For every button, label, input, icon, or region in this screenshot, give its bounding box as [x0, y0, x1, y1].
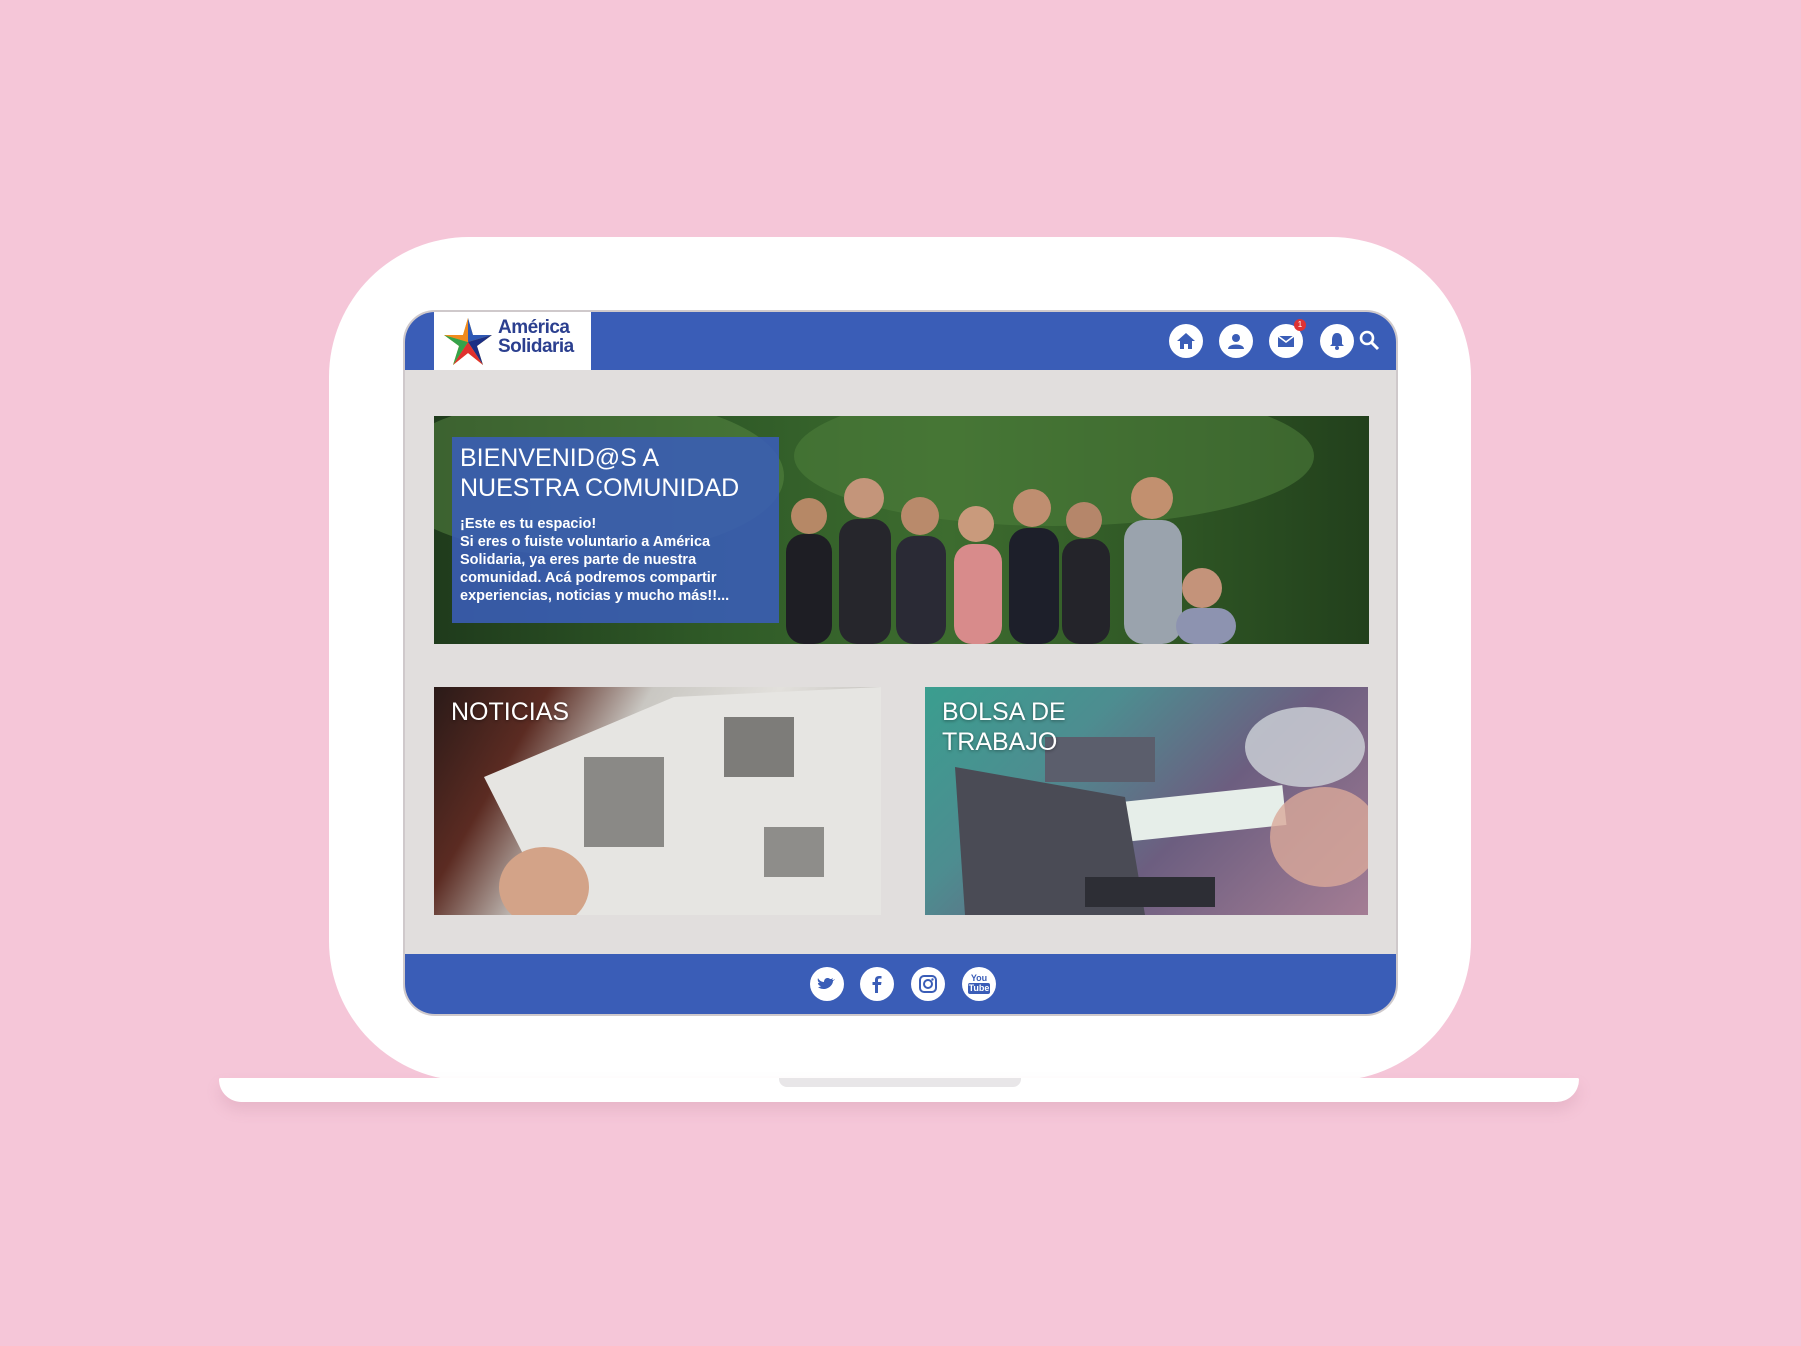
logo-text: América Solidaria [498, 318, 574, 356]
star-logo-icon [444, 318, 492, 365]
facebook-icon [872, 976, 882, 993]
facebook-button[interactable] [860, 967, 894, 1001]
home-icon [1177, 333, 1195, 349]
logo[interactable]: América Solidaria [434, 312, 591, 370]
youtube-label-bottom: Tube [967, 983, 991, 994]
twitter-icon [817, 978, 835, 989]
profile-button[interactable] [1219, 324, 1253, 358]
welcome-overlay: BIENVENID@S A NUESTRA COMUNIDAD ¡Este es… [452, 437, 779, 623]
news-title: NOTICIAS [451, 698, 570, 726]
twitter-button[interactable] [810, 967, 844, 1001]
jobs-card[interactable]: BOLSA DE TRABAJO [925, 687, 1368, 915]
instagram-button[interactable] [911, 967, 945, 1001]
top-navigation-bar: América Solidaria 1 [405, 312, 1396, 370]
news-card[interactable]: NOTICIAS [434, 687, 881, 915]
bell-icon [1330, 333, 1344, 350]
home-button[interactable] [1169, 324, 1203, 358]
profile-icon [1228, 334, 1244, 349]
logo-line-2: Solidaria [498, 336, 574, 357]
instagram-icon [919, 975, 937, 993]
logo-line-1: América [498, 317, 570, 338]
mail-icon [1277, 335, 1295, 347]
notifications-button[interactable] [1320, 324, 1354, 358]
app-screen: América Solidaria 1 BIENVENID@S A NUESTR… [403, 310, 1398, 1016]
mail-notification-badge: 1 [1294, 319, 1306, 331]
welcome-title: BIENVENID@S A NUESTRA COMUNIDAD [460, 444, 740, 502]
laptop-notch [779, 1078, 1021, 1087]
search-icon[interactable] [1357, 328, 1381, 352]
jobs-title: BOLSA DE TRABAJO [942, 698, 1066, 756]
messages-button[interactable]: 1 [1269, 319, 1306, 358]
footer-bar: You Tube [405, 954, 1396, 1014]
youtube-button[interactable]: You Tube [962, 967, 996, 1001]
welcome-text: ¡Este es tu espacio! Si eres o fuiste vo… [460, 516, 730, 604]
welcome-banner[interactable]: BIENVENID@S A NUESTRA COMUNIDAD ¡Este es… [434, 416, 1369, 644]
youtube-label-top: You [970, 973, 988, 983]
youtube-icon: You Tube [967, 973, 991, 994]
